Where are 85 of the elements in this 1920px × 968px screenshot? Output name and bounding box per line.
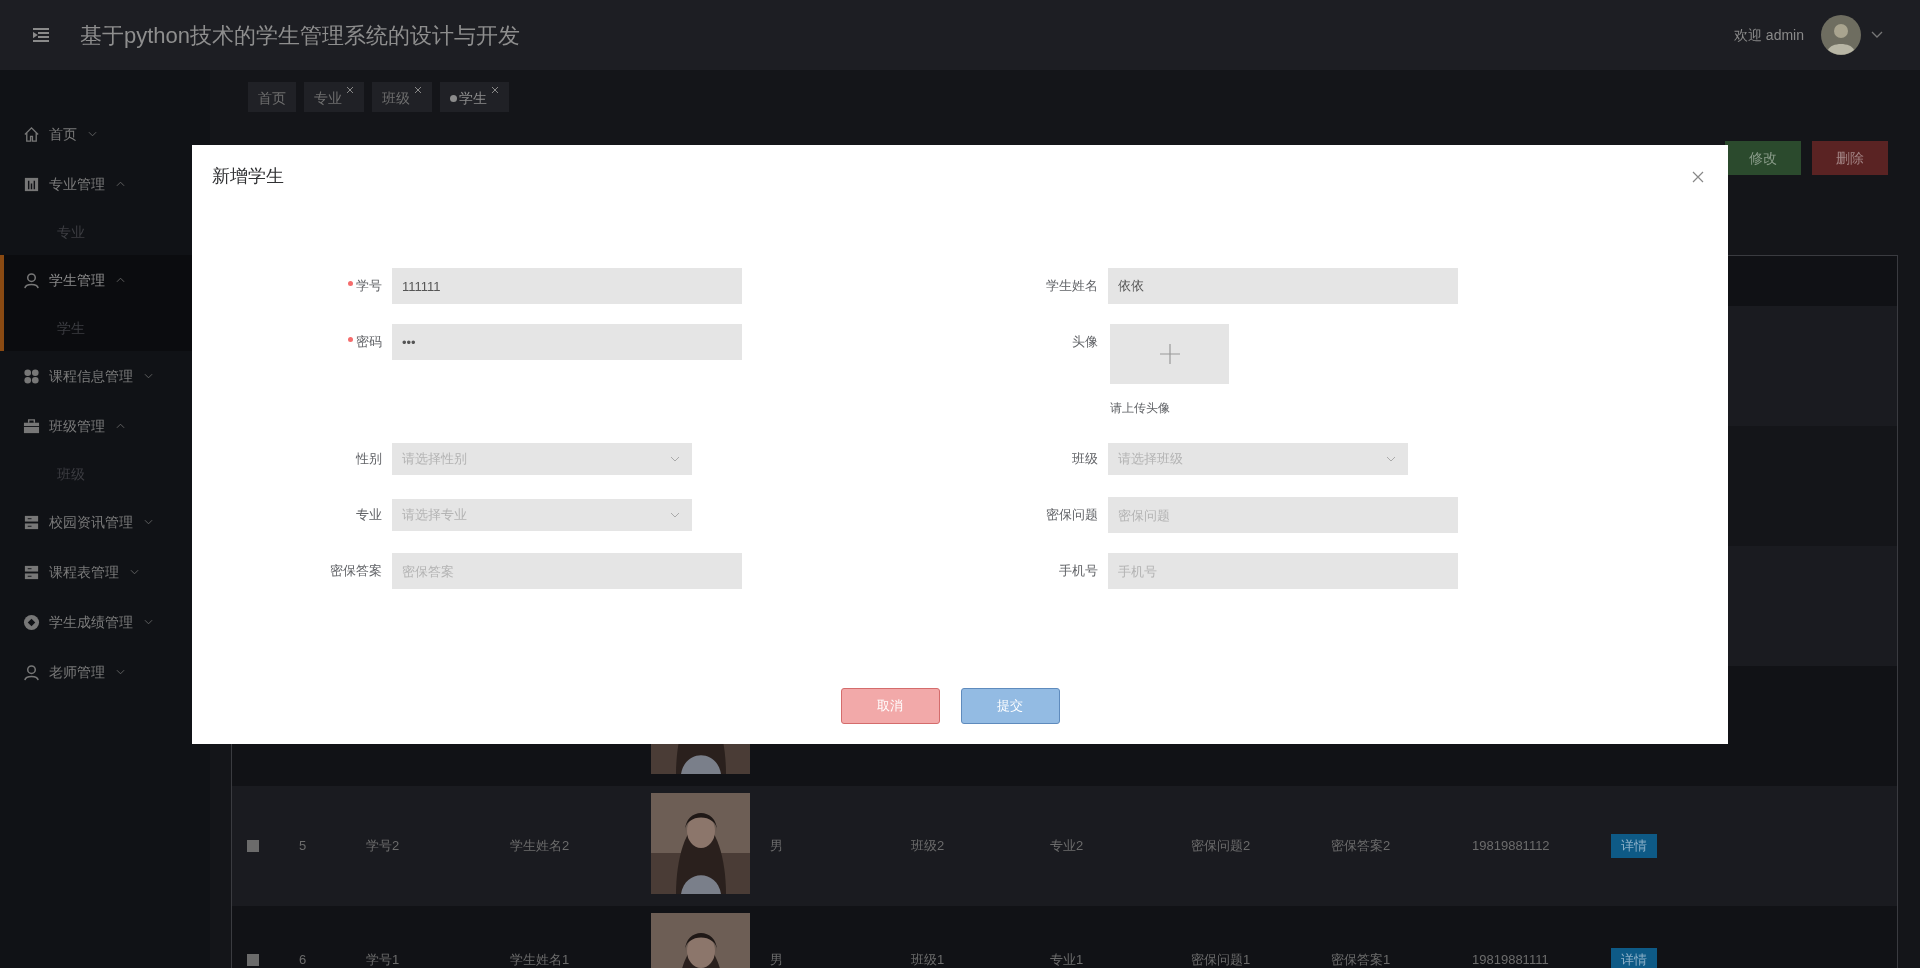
- user-icon: [23, 271, 40, 289]
- dialog-title: 新增学生: [212, 165, 284, 187]
- tab[interactable]: 学生: [440, 82, 509, 112]
- table-cell-text: 密保问题2: [1191, 837, 1251, 856]
- field-label: 密保答案: [330, 562, 382, 581]
- table-cell-text: 学号1: [366, 951, 400, 968]
- field-label: 学号: [356, 277, 382, 296]
- table-cell-text: 男: [770, 837, 783, 856]
- briefcase-icon: [23, 417, 40, 435]
- chevron-up-icon: [116, 181, 125, 187]
- upload-hint: 请上传头像: [1110, 400, 1171, 417]
- sidebar-item[interactable]: 学生成绩管理: [23, 597, 153, 647]
- table-cell-text: 男: [770, 951, 783, 968]
- input-field[interactable]: 依依: [1108, 268, 1458, 304]
- field-label: 头像: [1072, 333, 1098, 352]
- chevron-down-icon: [1386, 456, 1396, 462]
- app-title: 基于python技术的学生管理系统的设计与开发: [80, 21, 521, 50]
- field-label: 班级: [1072, 450, 1098, 469]
- plus-icon: [1159, 344, 1180, 364]
- field-label: 性别: [356, 450, 382, 469]
- chevron-down-icon[interactable]: [1871, 31, 1883, 39]
- tab[interactable]: 班级: [372, 82, 432, 112]
- table-cell-text: 5: [299, 837, 307, 856]
- sidebar-item[interactable]: 首页: [23, 109, 97, 159]
- table-cell-text: 6: [299, 951, 307, 968]
- table-cell-text: 密保答案2: [1331, 837, 1391, 856]
- chevron-down-icon: [144, 519, 153, 525]
- delete-button[interactable]: 删除: [1812, 141, 1888, 175]
- sidebar-item[interactable]: 课程表管理: [23, 547, 139, 597]
- welcome-text: 欢迎 admin: [1733, 25, 1804, 45]
- table-cell-text: 密保答案1: [1331, 951, 1391, 968]
- sidebar-item[interactable]: 班级管理: [23, 401, 125, 451]
- table-cell-text: 19819881111: [1472, 951, 1549, 968]
- user-icon: [23, 663, 40, 681]
- sidebar-item[interactable]: 学生管理: [23, 255, 125, 305]
- chevron-down-icon: [670, 512, 680, 518]
- table-cell-text: 专业2: [1050, 837, 1084, 856]
- bar-chart-icon: [23, 175, 40, 193]
- close-icon[interactable]: [491, 86, 499, 94]
- table-cell-text: 专业1: [1050, 951, 1084, 968]
- chevron-down-icon: [144, 619, 153, 625]
- field-label: 密保问题: [1046, 506, 1098, 525]
- sidebar-item[interactable]: 校园资讯管理: [23, 497, 153, 547]
- table-cell-text: 班级2: [911, 837, 945, 856]
- table-cell-text: 学号2: [366, 837, 400, 856]
- close-icon[interactable]: [414, 86, 422, 94]
- table-cell-text: 密保问题1: [1191, 951, 1251, 968]
- cancel-button[interactable]: 取消: [840, 688, 940, 724]
- chevron-down-icon: [116, 669, 125, 675]
- home-icon: [23, 125, 40, 143]
- field-label: 手机号: [1059, 562, 1098, 581]
- checkbox[interactable]: [247, 840, 259, 852]
- sidebar-item[interactable]: 老师管理: [23, 647, 125, 697]
- input-field[interactable]: 111111: [392, 268, 742, 304]
- close-icon[interactable]: [1692, 171, 1704, 183]
- disc-icon: [23, 613, 40, 631]
- chevron-down-icon: [670, 456, 680, 462]
- submit-button[interactable]: 提交: [960, 688, 1060, 724]
- table-cell-text: 19819881112: [1472, 837, 1550, 856]
- details-button[interactable]: 详情: [1611, 834, 1657, 858]
- list-icon: [23, 563, 40, 581]
- details-button[interactable]: 详情: [1611, 948, 1657, 968]
- field-label: 密码: [356, 333, 382, 352]
- sidebar-item[interactable]: 课程信息管理: [23, 351, 153, 401]
- tab[interactable]: 专业: [304, 82, 364, 112]
- chevron-down-icon: [144, 373, 153, 379]
- list-icon: [23, 513, 40, 531]
- sidebar-item[interactable]: 专业管理: [23, 159, 125, 209]
- menu-icon[interactable]: [33, 28, 49, 42]
- chevron-up-icon: [116, 277, 125, 283]
- close-icon[interactable]: [346, 86, 354, 94]
- grid-icon: [23, 367, 40, 385]
- field-label: 专业: [356, 506, 382, 525]
- table-cell-text: 学生姓名1: [510, 951, 570, 968]
- checkbox[interactable]: [247, 954, 259, 966]
- table-cell-text: 班级1: [911, 951, 945, 968]
- input-field[interactable]: •••: [392, 324, 742, 360]
- edit-button[interactable]: 修改: [1725, 141, 1801, 175]
- chevron-down-icon: [88, 131, 97, 137]
- field-label: 学生姓名: [1046, 277, 1098, 296]
- avatar-icon[interactable]: [1821, 15, 1861, 55]
- chevron-up-icon: [116, 423, 125, 429]
- chevron-down-icon: [130, 569, 139, 575]
- tab[interactable]: 首页: [248, 82, 296, 112]
- table-cell-text: 学生姓名2: [510, 837, 570, 856]
